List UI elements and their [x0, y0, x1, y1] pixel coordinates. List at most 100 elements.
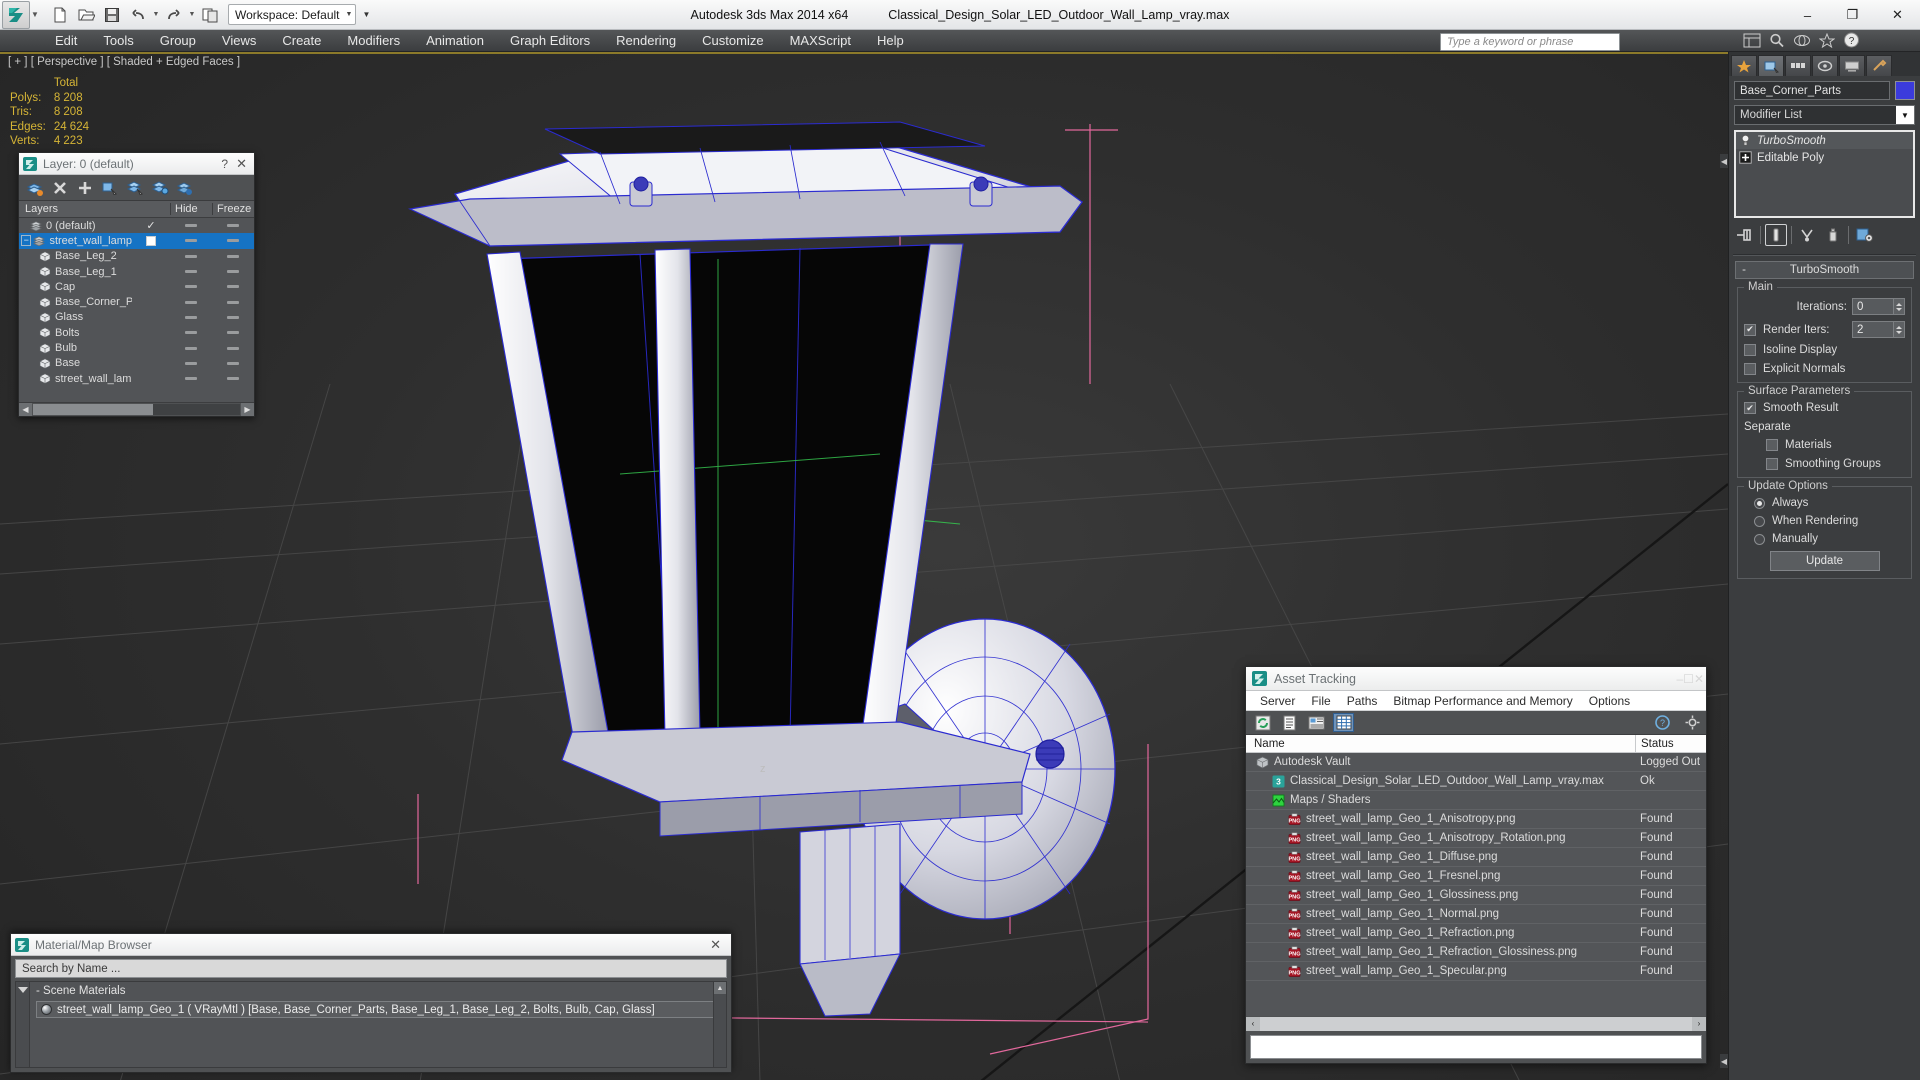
delete-layer-icon[interactable] [49, 178, 71, 198]
settings-gear-icon[interactable] [1682, 713, 1702, 732]
search-input[interactable]: Type a keyword or phrase [1440, 33, 1620, 51]
layer-hide-cell[interactable] [170, 331, 212, 335]
layer-horizontal-scrollbar[interactable]: ◀ ▶ [19, 402, 254, 416]
layer-freeze-cell[interactable] [212, 361, 254, 365]
open-file-icon[interactable] [74, 4, 98, 26]
modifier-stack[interactable]: TurboSmooth Editable Poly [1734, 130, 1915, 218]
menu-edit[interactable]: Edit [42, 31, 90, 51]
layer-scroll-right-icon[interactable]: ▶ [241, 403, 254, 416]
object-name-field[interactable]: Base_Corner_Parts [1734, 81, 1890, 100]
material-browser-close-icon[interactable]: ✕ [710, 937, 727, 953]
project-folder-icon[interactable] [198, 4, 222, 26]
menu-graph-editors[interactable]: Graph Editors [497, 31, 603, 51]
material-list-item[interactable]: street_wall_lamp_Geo_1 ( VRayMtl ) [Base… [36, 1001, 722, 1018]
save-file-icon[interactable] [100, 4, 124, 26]
create-new-layer-icon[interactable] [24, 178, 46, 198]
layer-freeze-cell[interactable] [212, 254, 254, 258]
utilities-tab[interactable] [1866, 55, 1892, 76]
workspace-selector[interactable]: Workspace: Default ▼ [228, 4, 357, 25]
asset-close-button[interactable]: ✕ [1694, 672, 1704, 686]
help-icon[interactable]: ? [1652, 713, 1672, 732]
material-browser-collapse-icon[interactable] [17, 987, 28, 993]
asset-scroll-left-icon[interactable]: ‹ [1246, 1016, 1260, 1031]
layer-row[interactable]: Base_Leg_2 [19, 249, 254, 264]
undo-icon[interactable] [126, 4, 150, 26]
menu-rendering[interactable]: Rendering [603, 31, 689, 51]
pin-stack-icon[interactable] [1734, 224, 1756, 246]
update-always-radio[interactable] [1754, 497, 1765, 509]
layer-hide-cell[interactable] [170, 285, 212, 289]
layer-freeze-cell[interactable] [212, 285, 254, 289]
add-selection-to-layer-icon[interactable] [74, 178, 96, 198]
asset-scroll-right-icon[interactable]: › [1692, 1016, 1706, 1031]
viewport-label[interactable]: [ + ] [ Perspective ] [ Shaded + Edged F… [8, 56, 240, 68]
refresh-icon[interactable] [1252, 713, 1273, 732]
layer-freeze-cell[interactable] [212, 331, 254, 335]
separate-smoothing-groups-checkbox[interactable] [1766, 458, 1778, 470]
layer-row[interactable]: 0 (default) ✓ [19, 218, 254, 233]
asset-menu-bitmap-performance[interactable]: Bitmap Performance and Memory [1385, 693, 1580, 709]
asset-row[interactable]: PNG street_wall_lamp_Geo_1_Refraction_Glo… [1246, 943, 1706, 962]
motion-tab[interactable] [1812, 55, 1838, 76]
modifier-list-dropdown[interactable]: Modifier List ▼ [1734, 105, 1915, 125]
asset-row[interactable]: PNG street_wall_lamp_Geo_1_Fresnel.png Fou… [1246, 867, 1706, 886]
iterations-input[interactable]: 0 [1852, 298, 1894, 315]
material-browser-sidebar[interactable] [16, 982, 30, 1067]
asset-row[interactable]: PNG street_wall_lamp_Geo_1_Specular.png Fo… [1246, 962, 1706, 981]
menu-animation[interactable]: Animation [413, 31, 497, 51]
autodesk-360-icon[interactable] [1793, 33, 1811, 51]
layer-row[interactable]: Bolts [19, 325, 254, 340]
render-iters-input[interactable]: 2 [1852, 321, 1894, 338]
explicit-normals-checkbox[interactable] [1744, 363, 1756, 375]
asset-list[interactable]: Autodesk Vault Logged Out 3 Classical_Desig… [1246, 753, 1706, 1016]
update-when-rendering-radio[interactable] [1754, 515, 1765, 527]
select-objects-in-layer-icon[interactable] [99, 178, 121, 198]
layer-row[interactable]: Cap [19, 279, 254, 294]
layer-current-cell[interactable] [132, 235, 170, 246]
layer-current-cell[interactable]: ✓ [132, 219, 170, 232]
menu-modifiers[interactable]: Modifiers [334, 31, 413, 51]
material-search-input[interactable]: Search by Name ... [15, 959, 727, 978]
layer-hide-cell[interactable] [170, 239, 212, 243]
menu-views[interactable]: Views [209, 31, 269, 51]
new-file-icon[interactable] [48, 4, 72, 26]
menu-tools[interactable]: Tools [90, 31, 146, 51]
viewport-expand-arrow-bottom-icon[interactable]: ◀ [1720, 1054, 1728, 1068]
asset-row[interactable]: PNG street_wall_lamp_Geo_1_Normal.png Foun… [1246, 905, 1706, 924]
layer-hide-cell[interactable] [170, 254, 212, 258]
material-browser-vertical-scrollbar[interactable]: ▲ [713, 982, 726, 1067]
highlight-selected-objects-layer-icon[interactable] [149, 178, 171, 198]
layer-list[interactable]: 0 (default) ✓ − street_wall_lamp Base_Leg_2 B… [19, 218, 254, 402]
material-scroll-up-icon[interactable]: ▲ [714, 982, 726, 994]
scene-explorer-icon[interactable] [1743, 33, 1761, 51]
plus-box-icon[interactable] [1739, 151, 1757, 164]
asset-menu-paths[interactable]: Paths [1339, 693, 1386, 709]
layer-hide-cell[interactable] [170, 346, 212, 350]
asset-row[interactable]: PNG street_wall_lamp_Geo_1_Refraction.png… [1246, 924, 1706, 943]
render-iters-checkbox[interactable] [1744, 323, 1756, 336]
redo-dropdown-caret-icon[interactable]: ▼ [188, 11, 196, 18]
asset-menu-server[interactable]: Server [1252, 693, 1303, 709]
layer-hide-cell[interactable] [170, 361, 212, 365]
layer-scroll-track[interactable] [33, 404, 240, 415]
remove-modifier-icon[interactable] [1822, 224, 1844, 246]
layer-dialog-close-icon[interactable]: ✕ [236, 156, 250, 172]
layer-freeze-cell[interactable] [212, 377, 254, 381]
asset-horizontal-scrollbar[interactable]: ‹ › [1246, 1016, 1706, 1031]
asset-status-field[interactable] [1250, 1035, 1702, 1059]
display-tab[interactable] [1839, 55, 1865, 76]
select-highlighted-objects-icon[interactable] [124, 178, 146, 198]
smooth-result-checkbox[interactable] [1744, 402, 1756, 414]
layer-row[interactable]: street_wall_lamp [19, 371, 254, 386]
asset-tracking-dialog[interactable]: Asset Tracking – ☐ ✕ Server File Paths B… [1245, 666, 1707, 1064]
configure-modifier-sets-icon[interactable] [1853, 224, 1875, 246]
list-view-icon[interactable] [1279, 713, 1300, 732]
hide-unhide-layer-icon[interactable] [174, 178, 196, 198]
object-color-swatch[interactable] [1895, 81, 1915, 100]
maximize-button[interactable]: ❐ [1830, 0, 1875, 30]
asset-row[interactable]: 3 Classical_Design_Solar_LED_Outdoor_Wall… [1246, 772, 1706, 791]
layer-row[interactable]: Base_Leg_1 [19, 264, 254, 279]
modify-tab[interactable] [1758, 55, 1784, 76]
layer-row[interactable]: Glass [19, 310, 254, 325]
modifier-stack-row[interactable]: TurboSmooth [1736, 132, 1913, 149]
